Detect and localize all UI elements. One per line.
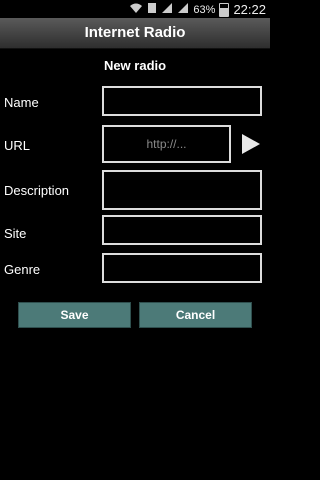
form-title: New radio	[103, 58, 167, 73]
sim-icon	[147, 2, 157, 17]
status-bar: 63% 22:22	[0, 0, 270, 18]
url-label: URL	[4, 138, 31, 153]
battery-icon	[219, 2, 230, 17]
battery-percent: 63%	[193, 3, 216, 16]
clock: 22:22	[233, 2, 266, 17]
signal-icon	[161, 2, 173, 17]
url-input[interactable]	[102, 125, 231, 163]
site-label: Site	[4, 226, 27, 241]
genre-input[interactable]	[102, 253, 262, 283]
play-icon[interactable]	[242, 134, 260, 154]
site-input[interactable]	[102, 215, 262, 245]
signal-icon	[177, 2, 189, 17]
description-label: Description	[4, 183, 70, 198]
cancel-button[interactable]: Cancel	[139, 302, 252, 328]
description-input[interactable]	[102, 170, 262, 210]
save-button[interactable]: Save	[18, 302, 131, 328]
wifi-icon	[129, 2, 143, 17]
genre-label: Genre	[4, 262, 41, 277]
name-label: Name	[4, 95, 39, 110]
name-input[interactable]	[102, 86, 262, 116]
app-title: Internet Radio	[0, 18, 270, 49]
